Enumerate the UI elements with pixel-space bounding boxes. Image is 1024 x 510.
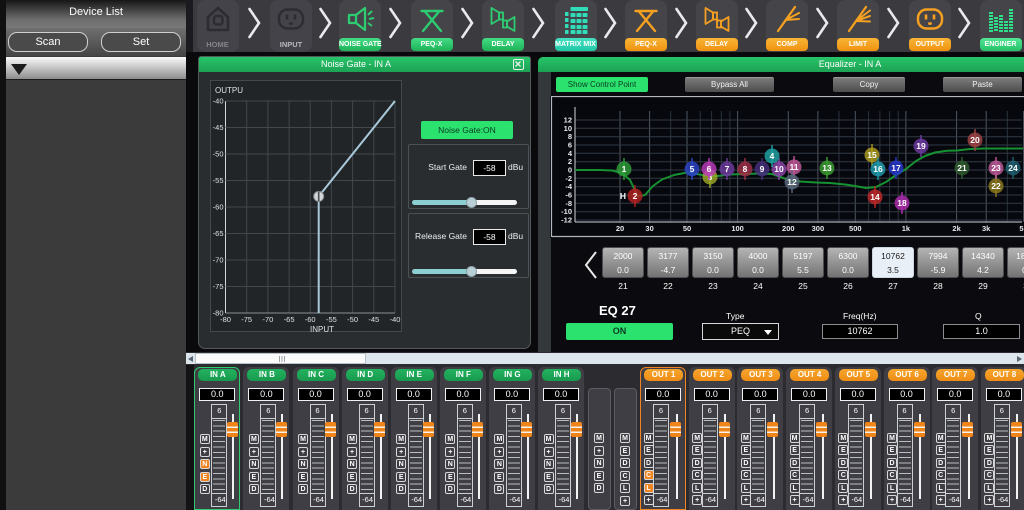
svg-text:23: 23 <box>991 163 1001 173</box>
svg-text:17: 17 <box>891 163 901 173</box>
svg-text:-75: -75 <box>213 282 224 291</box>
svg-text:10: 10 <box>774 164 784 174</box>
svg-text:-75: -75 <box>241 315 252 324</box>
svg-text:-45: -45 <box>368 315 379 324</box>
svg-text:-80: -80 <box>220 315 231 324</box>
svg-text:-60: -60 <box>305 315 316 324</box>
svg-text:-65: -65 <box>213 229 224 238</box>
svg-text:100: 100 <box>731 224 744 233</box>
svg-text:-55: -55 <box>326 315 337 324</box>
svg-text:4: 4 <box>770 151 775 161</box>
svg-text:9: 9 <box>760 164 765 174</box>
svg-text:H: H <box>620 191 626 201</box>
svg-text:18: 18 <box>897 198 907 208</box>
svg-text:300: 300 <box>812 224 825 233</box>
svg-text:22: 22 <box>991 181 1001 191</box>
svg-text:6: 6 <box>707 164 712 174</box>
svg-text:13: 13 <box>822 163 832 173</box>
svg-text:20: 20 <box>616 224 624 233</box>
svg-text:1: 1 <box>622 164 627 174</box>
svg-text:-70: -70 <box>213 256 224 265</box>
svg-text:14: 14 <box>870 192 880 202</box>
svg-text:-70: -70 <box>262 315 273 324</box>
svg-text:-50: -50 <box>213 150 224 159</box>
svg-text:7: 7 <box>725 164 730 174</box>
svg-text:200: 200 <box>782 224 795 233</box>
svg-text:-55: -55 <box>213 176 224 185</box>
svg-text:-60: -60 <box>213 203 224 212</box>
svg-text:24: 24 <box>1008 163 1018 173</box>
svg-text:3k: 3k <box>982 224 991 233</box>
svg-text:-50: -50 <box>347 315 358 324</box>
svg-text:50: 50 <box>683 224 691 233</box>
svg-text:-40: -40 <box>390 315 401 324</box>
svg-text:2k: 2k <box>952 224 961 233</box>
svg-text:INPUT: INPUT <box>310 325 334 334</box>
svg-text:-40: -40 <box>213 97 224 106</box>
svg-text:5: 5 <box>690 164 695 174</box>
svg-text:500: 500 <box>849 224 862 233</box>
svg-text:-65: -65 <box>284 315 295 324</box>
svg-text:OUTPU: OUTPU <box>215 86 243 95</box>
svg-text:19: 19 <box>916 141 926 151</box>
svg-text:-12: -12 <box>561 216 572 225</box>
svg-text:12: 12 <box>787 177 797 187</box>
svg-text:15: 15 <box>867 150 877 160</box>
svg-text:5k: 5k <box>1019 224 1024 233</box>
svg-text:30: 30 <box>645 224 653 233</box>
svg-text:21: 21 <box>957 163 967 173</box>
svg-text:-45: -45 <box>213 123 224 132</box>
svg-text:16: 16 <box>873 164 883 174</box>
svg-text:8: 8 <box>743 164 748 174</box>
svg-text:11: 11 <box>790 162 799 172</box>
svg-text:1k: 1k <box>902 224 911 233</box>
svg-text:2: 2 <box>633 191 638 201</box>
svg-text:20: 20 <box>970 135 980 145</box>
